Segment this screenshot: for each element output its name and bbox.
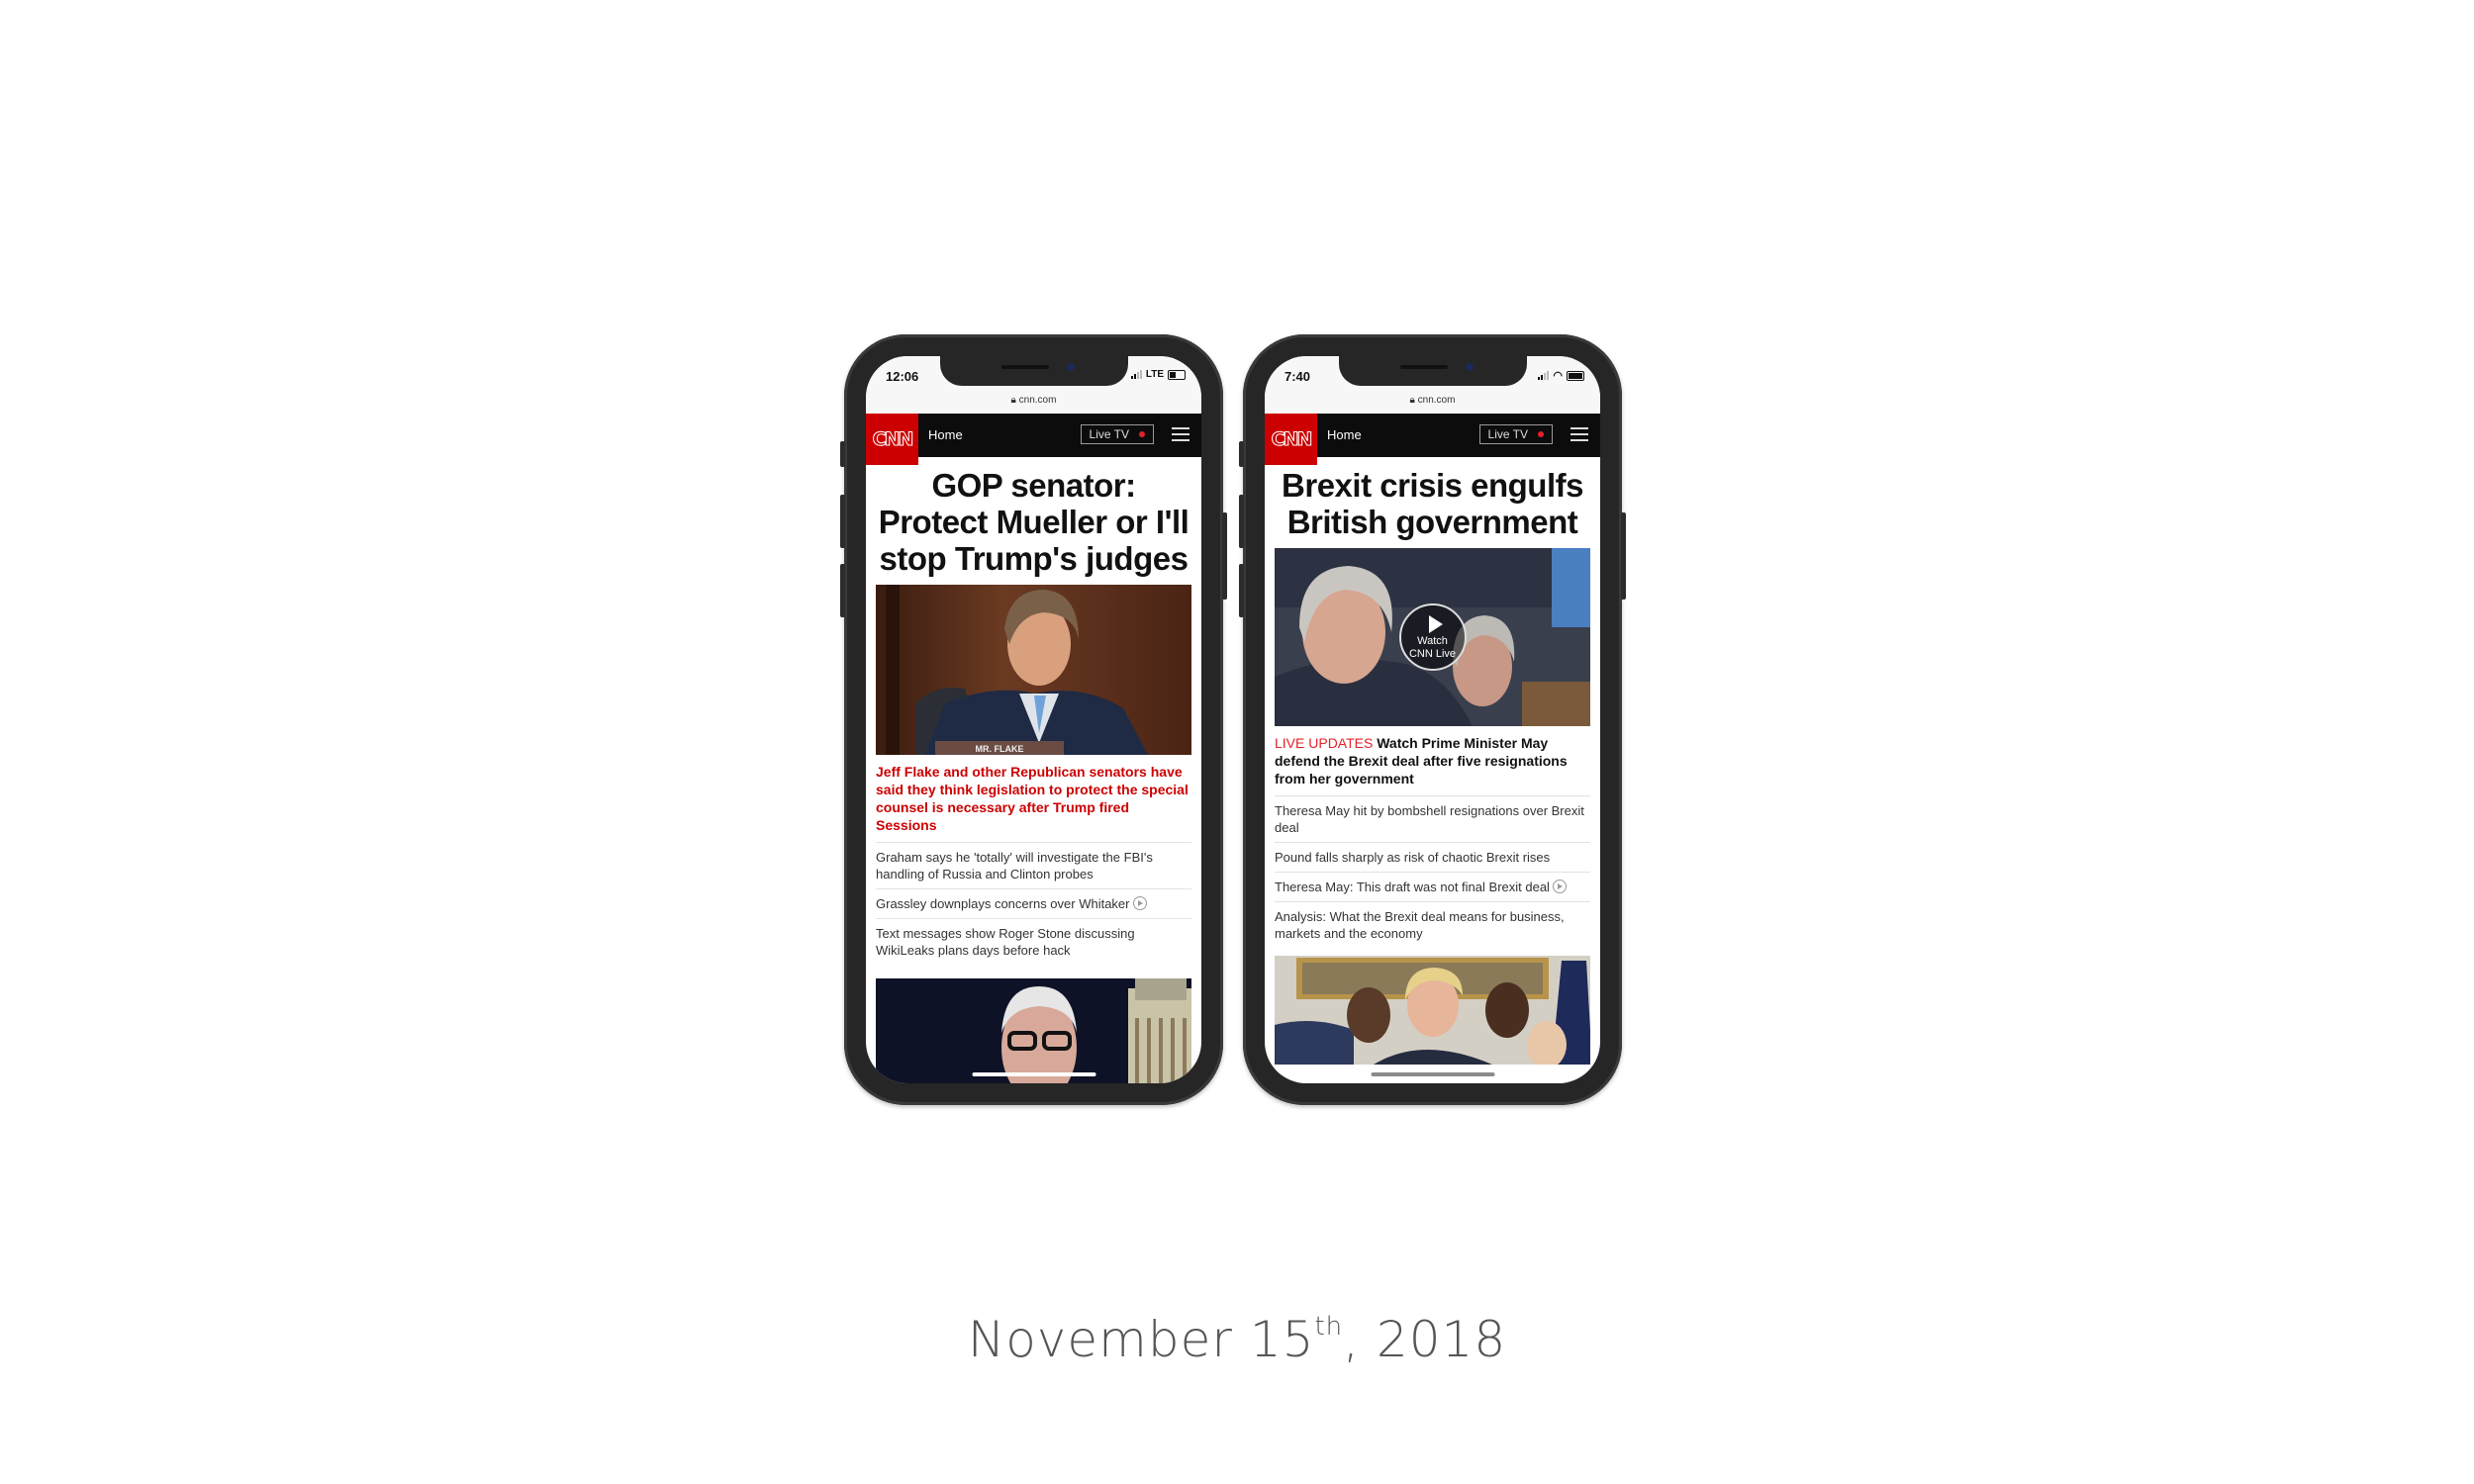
cnn-nav-bar: CNN Home Live TV: [1265, 414, 1600, 465]
story-link[interactable]: Theresa May hit by bombshell resignation…: [1275, 795, 1590, 842]
date-caption: November 15th, 2018: [967, 1311, 1507, 1368]
nameplate-text: MR. FLAKE: [976, 744, 1024, 754]
phone-screen: 7:40 ◠ 🔒︎ cnn.com CNN Home Live TV Brexi…: [1265, 356, 1600, 1083]
power-button: [1621, 512, 1626, 600]
notch: [939, 356, 1128, 386]
video-play-icon: [1132, 896, 1147, 910]
headline[interactable]: GOP senator: Protect Mueller or I'll sto…: [876, 467, 1191, 577]
wifi-icon: ◠: [1553, 370, 1563, 382]
mute-switch: [840, 441, 845, 467]
cnn-logo[interactable]: CNN: [866, 414, 918, 465]
volume-up-button: [1239, 495, 1244, 548]
battery-icon: [1168, 369, 1186, 380]
main-story-link[interactable]: LIVE UPDATES Watch Prime Minister May de…: [1275, 734, 1590, 788]
live-tv-button[interactable]: Live TV: [1080, 424, 1154, 444]
story-link[interactable]: Graham says he 'totally' will investigat…: [876, 842, 1191, 888]
story-thumbnail[interactable]: [1275, 956, 1590, 1065]
address-bar[interactable]: 🔒︎ cnn.com: [1265, 392, 1600, 414]
hamburger-menu-icon[interactable]: [1570, 427, 1588, 441]
page-content: Brexit crisis engulfs British government…: [1275, 467, 1590, 1065]
url-text: cnn.com: [1018, 395, 1057, 406]
headline[interactable]: Brexit crisis engulfs British government: [1275, 467, 1590, 540]
volume-down-button: [1239, 564, 1244, 617]
home-indicator[interactable]: [972, 1072, 1095, 1076]
cnn-nav-bar: CNN Home Live TV: [866, 414, 1201, 465]
live-tv-button[interactable]: Live TV: [1478, 424, 1553, 444]
phone-screen: 12:06 LTE 🔒︎ cnn.com CNN Home Live TV GO…: [866, 356, 1201, 1083]
nav-home-link[interactable]: Home: [928, 427, 963, 442]
story-link[interactable]: Theresa May: This draft was not final Br…: [1275, 872, 1590, 901]
phone-right: 7:40 ◠ 🔒︎ cnn.com CNN Home Live TV Brexi…: [1239, 334, 1626, 1105]
main-story-link[interactable]: Jeff Flake and other Republican senators…: [876, 763, 1191, 834]
phone-left: 12:06 LTE 🔒︎ cnn.com CNN Home Live TV GO…: [840, 334, 1227, 1105]
notch: [1338, 356, 1527, 386]
url-text: cnn.com: [1417, 395, 1456, 406]
story-link[interactable]: Grassley downplays concerns over Whitake…: [876, 888, 1191, 918]
status-time: 12:06: [886, 369, 919, 384]
story-link[interactable]: Analysis: What the Brexit deal means for…: [1275, 901, 1590, 948]
camera-icon: [1066, 363, 1075, 371]
live-dot-icon: [1139, 431, 1145, 437]
volume-down-button: [840, 564, 845, 617]
address-bar[interactable]: 🔒︎ cnn.com: [866, 392, 1201, 414]
live-updates-tag: LIVE UPDATES: [1275, 735, 1374, 751]
status-time: 7:40: [1285, 369, 1311, 384]
story-thumbnail[interactable]: [876, 978, 1191, 1083]
volume-up-button: [840, 495, 845, 548]
live-dot-icon: [1538, 431, 1544, 437]
signal-icon: [1538, 371, 1550, 380]
hero-image[interactable]: MR. FLAKE: [876, 585, 1191, 755]
story-link[interactable]: Text messages show Roger Stone discussin…: [876, 918, 1191, 965]
watch-live-button[interactable]: Watch CNN Live: [1398, 603, 1467, 671]
page-content: GOP senator: Protect Mueller or I'll sto…: [876, 467, 1191, 1083]
battery-icon: [1567, 370, 1584, 381]
story-link[interactable]: Pound falls sharply as risk of chaotic B…: [1275, 842, 1590, 872]
cnn-logo[interactable]: CNN: [1265, 414, 1317, 465]
lock-icon: 🔒︎: [1409, 395, 1415, 406]
signal-icon: [1130, 370, 1142, 379]
hamburger-menu-icon[interactable]: [1172, 427, 1189, 441]
home-indicator[interactable]: [1371, 1072, 1494, 1076]
video-play-icon: [1552, 880, 1567, 893]
nav-home-link[interactable]: Home: [1327, 427, 1362, 442]
power-button: [1222, 512, 1227, 600]
lock-icon: 🔒︎: [1010, 395, 1016, 406]
mute-switch: [1239, 441, 1244, 467]
camera-icon: [1465, 363, 1474, 371]
network-label: LTE: [1145, 369, 1164, 380]
hero-video[interactable]: Watch CNN Live: [1275, 548, 1590, 726]
